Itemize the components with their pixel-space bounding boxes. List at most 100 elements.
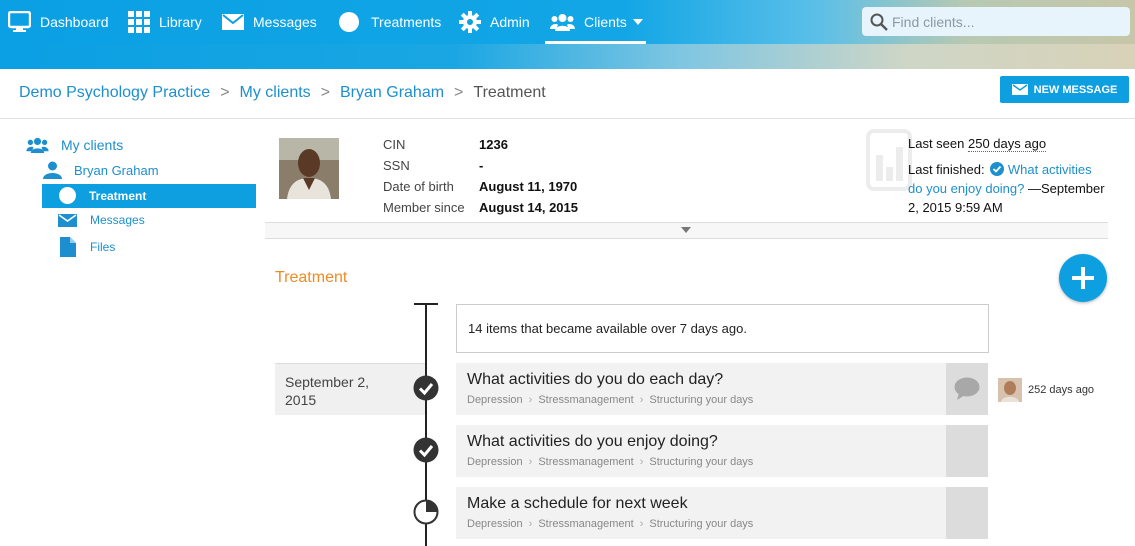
check-badge-icon: [990, 162, 1005, 176]
users-icon: [550, 14, 575, 31]
timeline-date: September 2, 2015: [275, 363, 425, 415]
treatment-item[interactable]: Make a schedule for next week Depression…: [456, 487, 946, 539]
nav-dashboard-label: Dashboard: [40, 14, 109, 30]
progress-quarter-icon: [413, 499, 439, 525]
chevron-right-icon: ›: [639, 456, 644, 468]
last-finished-link-cont[interactable]: do you enjoy doing?: [908, 181, 1024, 196]
dob-label: Date of birth: [383, 179, 454, 194]
last-seen-label: Last seen: [908, 136, 965, 151]
path-step: Stressmanagement: [538, 394, 634, 406]
cin-label: CIN: [383, 137, 406, 152]
avatar: [998, 378, 1022, 402]
item-path: Depression › Stressmanagement › Structurin…: [467, 456, 935, 468]
ssn-label: SSN: [383, 158, 410, 173]
sidebar-client-label: Bryan Graham: [74, 162, 159, 178]
section-title: Treatment: [275, 269, 348, 286]
item-title: What activities do you do each day?: [467, 371, 724, 388]
member-since-value: August 14, 2015: [479, 200, 578, 215]
item-side-panel: [946, 425, 988, 477]
breadcrumb-separator: >: [220, 84, 230, 101]
nav-clients[interactable]: Clients: [550, 0, 643, 44]
breadcrumb-separator: >: [320, 84, 330, 101]
treatment-item[interactable]: What activities do you do each day? Depr…: [456, 363, 946, 415]
client-search[interactable]: [862, 7, 1130, 36]
last-seen-value: 250 days ago: [968, 136, 1047, 152]
path-step: Stressmanagement: [538, 456, 634, 468]
last-finished-link[interactable]: What activities: [1008, 162, 1092, 177]
dob-value: August 11, 1970: [479, 179, 578, 194]
comment-button[interactable]: [946, 363, 988, 415]
last-finished-time-cont: 2, 2015 9:59 AM: [908, 200, 1003, 215]
nav-clients-label: Clients: [584, 14, 627, 30]
last-finished-label: Last finished:: [908, 162, 985, 177]
sidebar-my-clients[interactable]: My clients: [26, 137, 123, 153]
grid-icon: [128, 11, 150, 33]
member-since-label: Member since: [383, 200, 465, 215]
path-step: Structuring your days: [649, 518, 754, 530]
nav-dashboard[interactable]: Dashboard: [8, 0, 109, 44]
item-title: Make a schedule for next week: [467, 495, 688, 512]
nav-messages[interactable]: Messages: [222, 0, 317, 44]
breadcrumb-my-clients[interactable]: My clients: [240, 84, 311, 102]
collapse-toggle[interactable]: [265, 222, 1108, 239]
path-step: Structuring your days: [649, 394, 754, 406]
add-button[interactable]: [1059, 254, 1107, 302]
completed-check-icon: [413, 375, 439, 401]
new-message-button[interactable]: NEW MESSAGE: [1000, 76, 1129, 103]
chevron-right-icon: ›: [639, 518, 644, 530]
search-icon: [870, 13, 888, 31]
item-side-panel: [946, 487, 988, 539]
summary-text: 14 items that became available over 7 da…: [468, 321, 747, 336]
nav-treatments[interactable]: Treatments: [339, 0, 441, 44]
circle-icon: [59, 187, 76, 204]
new-message-label: NEW MESSAGE: [1033, 83, 1118, 96]
date-line-2: 2015: [285, 392, 317, 408]
date-line-1: September 2,: [285, 374, 370, 390]
completed-check-icon: [413, 437, 439, 463]
user-icon: [43, 161, 62, 179]
sidebar-client[interactable]: Bryan Graham: [43, 161, 159, 179]
treatment-item[interactable]: What activities do you enjoy doing? Depr…: [456, 425, 946, 477]
nav-admin[interactable]: Admin: [459, 0, 530, 44]
circle-icon: [339, 12, 359, 32]
nav-library-label: Library: [159, 14, 202, 30]
activity-indicator: 252 days ago: [998, 378, 1094, 402]
envelope-icon: [1011, 84, 1028, 95]
nav-library[interactable]: Library: [128, 0, 202, 44]
file-icon: [60, 237, 76, 257]
breadcrumb-current: Treatment: [473, 84, 546, 101]
item-title: What activities do you enjoy doing?: [467, 433, 718, 450]
breadcrumb-client[interactable]: Bryan Graham: [340, 84, 444, 102]
header-banner: [0, 44, 1135, 69]
sidebar-item-label: Files: [90, 240, 116, 254]
item-path: Depression › Stressmanagement › Structurin…: [467, 394, 935, 406]
envelope-icon: [58, 213, 77, 227]
caret-down-icon: [681, 227, 691, 233]
sidebar-item-label: Treatment: [89, 188, 147, 203]
item-path: Depression › Stressmanagement › Structurin…: [467, 518, 935, 530]
bar-chart-icon: [866, 129, 912, 191]
breadcrumb-practice[interactable]: Demo Psychology Practice: [19, 84, 210, 102]
timeline-cap: [414, 303, 438, 305]
chat-bubble-icon: [954, 377, 980, 400]
plus-icon: [1072, 267, 1094, 289]
ssn-value: -: [479, 158, 484, 173]
nav-admin-label: Admin: [490, 14, 530, 30]
envelope-icon: [222, 14, 244, 30]
caret-down-icon: [632, 19, 643, 25]
chevron-right-icon: ›: [528, 394, 533, 406]
sidebar-item-treatment[interactable]: Treatment: [59, 187, 146, 204]
sidebar-item-messages[interactable]: Messages: [58, 213, 145, 227]
path-step: Stressmanagement: [538, 518, 634, 530]
nav-messages-label: Messages: [253, 14, 317, 30]
chevron-right-icon: ›: [639, 394, 644, 406]
last-seen: Last seen 250 days ago: [908, 136, 1047, 152]
path-step: Depression: [467, 518, 523, 530]
search-input[interactable]: [892, 13, 1122, 30]
breadcrumb: Demo Psychology Practice > My clients > …: [19, 84, 546, 102]
last-finished: Last finished: What activities do you en…: [908, 160, 1113, 217]
timeline-summary[interactable]: 14 items that became available over 7 da…: [456, 304, 989, 353]
path-step: Depression: [467, 456, 523, 468]
path-step: Structuring your days: [649, 456, 754, 468]
sidebar-item-files[interactable]: Files: [60, 237, 115, 257]
